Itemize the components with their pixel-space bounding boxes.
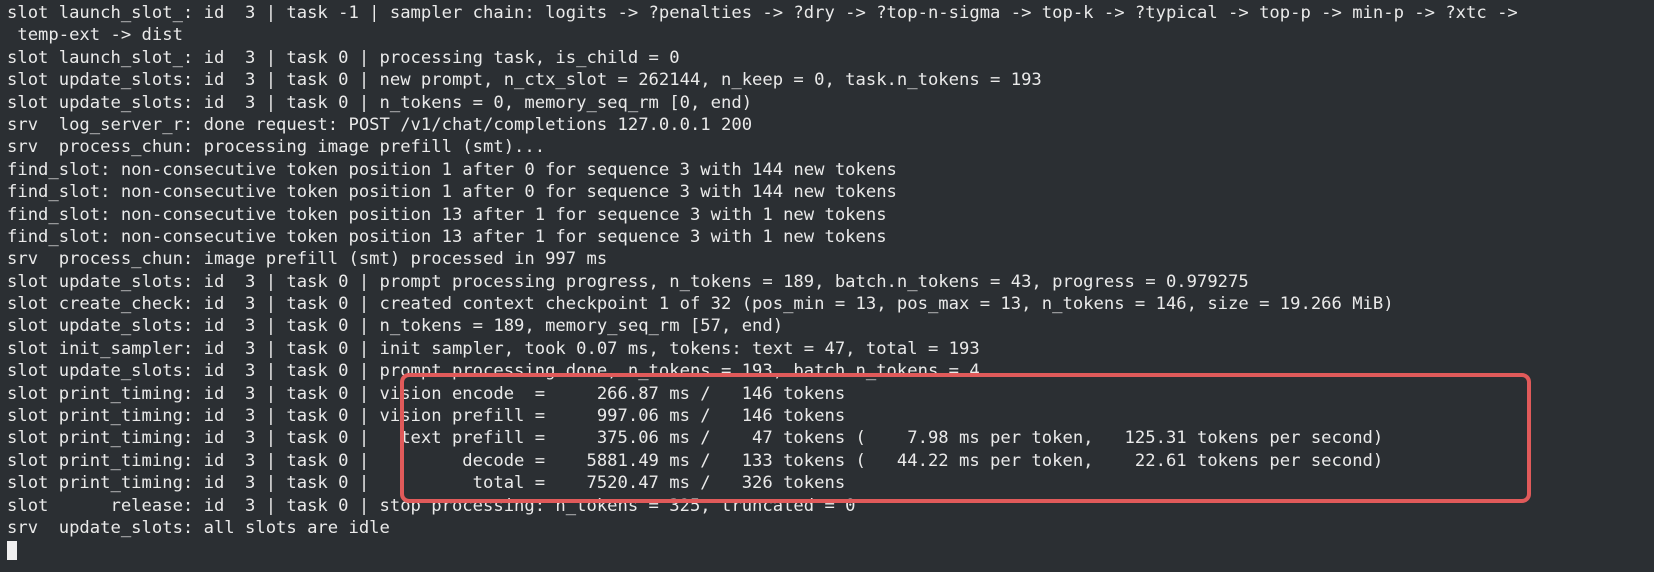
log-line: find_slot: non-consecutive token positio… xyxy=(7,182,897,203)
timing-line: slot print_timing: id 3 | task 0 | text … xyxy=(7,428,1384,449)
log-line: find_slot: non-consecutive token positio… xyxy=(7,204,887,225)
terminal-output: slot launch_slot_: id 3 | task -1 | samp… xyxy=(7,2,1654,562)
log-line: slot update_slots: id 3 | task 0 | promp… xyxy=(7,271,1249,292)
log-line: slot release: id 3 | task 0 | stop proce… xyxy=(7,495,856,516)
log-line: slot update_slots: id 3 | task 0 | promp… xyxy=(7,361,980,382)
log-line: slot update_slots: id 3 | task 0 | n_tok… xyxy=(7,316,784,337)
timing-line: slot print_timing: id 3 | task 0 | visio… xyxy=(7,383,846,404)
log-line: srv process_chun: image prefill (smt) pr… xyxy=(7,249,608,270)
log-line: srv log_server_r: done request: POST /v1… xyxy=(7,114,753,135)
log-line: slot update_slots: id 3 | task 0 | new p… xyxy=(7,70,1042,91)
log-line: slot init_sampler: id 3 | task 0 | init … xyxy=(7,338,980,359)
prompt-line[interactable] xyxy=(7,539,1654,561)
text-cursor xyxy=(7,541,17,561)
terminal-window[interactable]: slot launch_slot_: id 3 | task -1 | samp… xyxy=(0,0,1654,572)
log-line: temp-ext -> dist xyxy=(7,25,183,46)
log-line: find_slot: non-consecutive token positio… xyxy=(7,226,887,247)
log-line: slot create_check: id 3 | task 0 | creat… xyxy=(7,294,1394,315)
log-line: srv update_slots: all slots are idle xyxy=(7,517,390,538)
timing-line: slot print_timing: id 3 | task 0 | visio… xyxy=(7,406,846,427)
timing-line: slot print_timing: id 3 | task 0 | total… xyxy=(7,473,846,494)
timing-line: slot print_timing: id 3 | task 0 | decod… xyxy=(7,450,1384,471)
log-line: slot update_slots: id 3 | task 0 | n_tok… xyxy=(7,92,753,113)
log-line: srv process_chun: processing image prefi… xyxy=(7,137,546,158)
log-line: find_slot: non-consecutive token positio… xyxy=(7,159,897,180)
log-line: slot launch_slot_: id 3 | task -1 | samp… xyxy=(7,3,1518,23)
log-line: slot launch_slot_: id 3 | task 0 | proce… xyxy=(7,47,680,68)
